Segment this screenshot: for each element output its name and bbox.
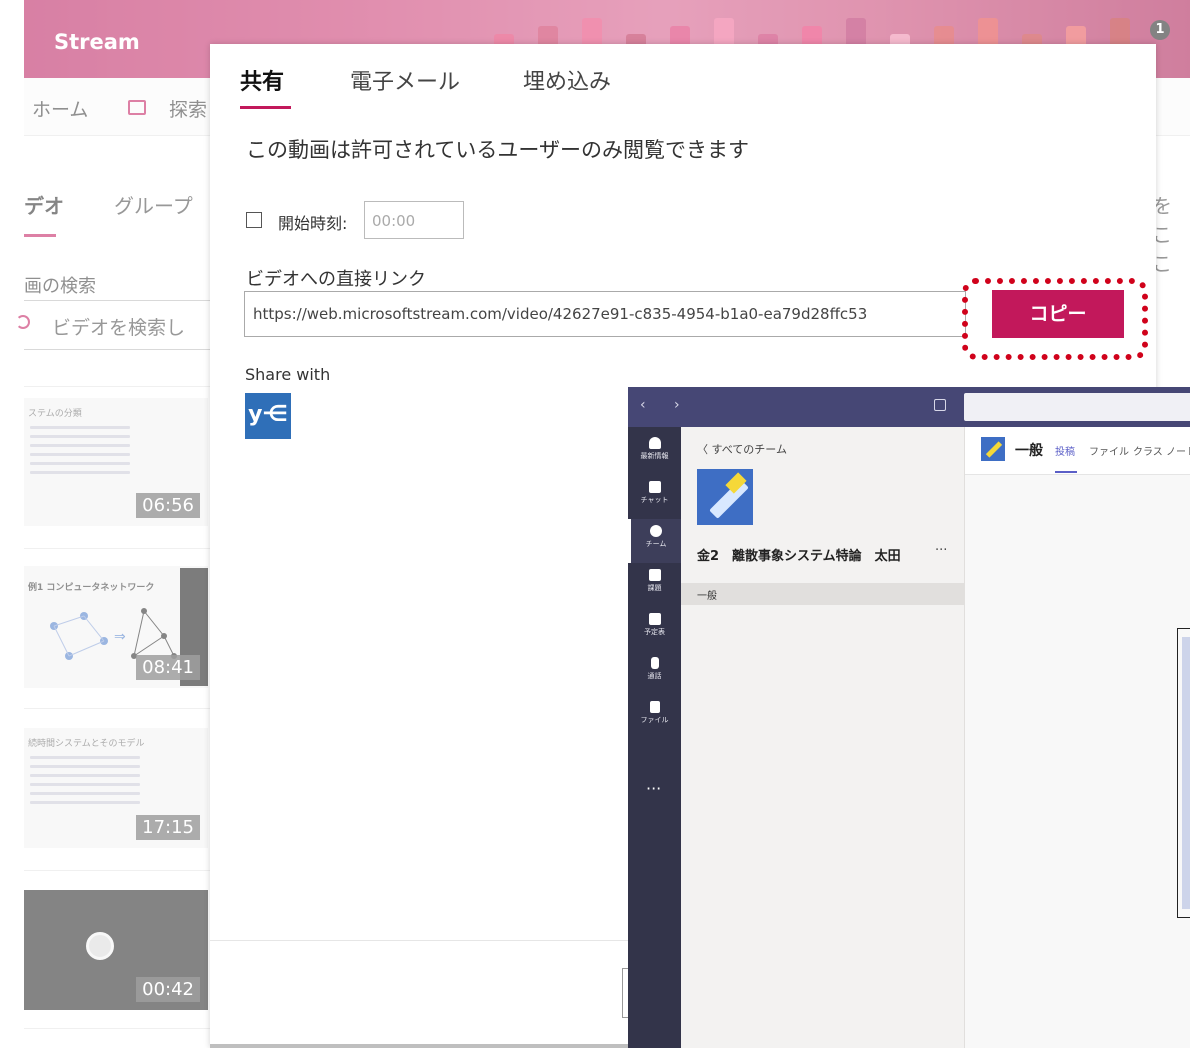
direct-link-field[interactable]: https://web.microsoftstream.com/video/42… (244, 291, 966, 337)
rail-item-teams[interactable]: チーム (628, 519, 681, 563)
rail-item-calendar[interactable]: 予定表 (628, 607, 681, 651)
permission-description: この動画は許可されているユーザーのみ閲覧できます (246, 138, 749, 162)
embedded-frame (1177, 628, 1190, 918)
rail-item-chat[interactable]: チャット (628, 475, 681, 519)
rail-label: チーム (645, 540, 667, 548)
channel-label: 一般 (697, 591, 717, 602)
yammer-icon[interactable]: y⋲ (245, 393, 291, 439)
channel-title: 一般 (1015, 443, 1043, 459)
rail-label: 通話 (647, 672, 662, 680)
assignment-icon (648, 569, 661, 581)
rail-item-assignments[interactable]: 課題 (628, 563, 681, 607)
team-more-icon[interactable]: ··· (935, 543, 947, 558)
team-logo (697, 469, 753, 525)
tab-posts[interactable]: 投稿 (1055, 443, 1075, 458)
tab-embed[interactable]: 埋め込み (523, 64, 611, 96)
direct-link-label: ビデオへの直接リンク (246, 269, 426, 290)
tab-class-notebook[interactable]: クラス ノートブ (1133, 443, 1190, 458)
start-time-input[interactable]: 00:00 (364, 201, 464, 239)
teams-app-rail: 最新情報 チャット チーム 課題 予定表 通話 ファイル ··· (628, 427, 681, 1048)
tab-share-underline (240, 106, 291, 109)
rail-item-activity[interactable]: 最新情報 (628, 431, 681, 475)
channel-item-general[interactable]: 一般 (681, 583, 964, 605)
all-teams-back-link[interactable]: 〈 すべてのチーム (697, 441, 787, 457)
calendar-icon (648, 613, 661, 625)
tab-email[interactable]: 電子メール (350, 64, 460, 96)
teams-content-pane: 一般 投稿 ファイル クラス ノートブ (964, 427, 1190, 1048)
team-name: 金2 離散事象システム特論 太田 (697, 549, 901, 564)
tab-share[interactable]: 共有 (240, 64, 284, 96)
copy-highlight-annotation (962, 278, 1148, 360)
bell-icon (648, 437, 661, 449)
teams-icon (650, 525, 662, 537)
file-icon (649, 701, 660, 713)
channel-header: 一般 投稿 ファイル クラス ノートブ (965, 427, 1190, 475)
teams-channel-pane: 〈 すべてのチーム 金2 離散事象システム特論 太田 ··· 一般 (681, 427, 964, 1048)
rail-label: 予定表 (644, 628, 665, 636)
teams-title-bar: ‹ › (628, 387, 1190, 427)
tab-files[interactable]: ファイル (1089, 443, 1129, 458)
rail-item-files[interactable]: ファイル (628, 695, 681, 739)
rail-label: 最新情報 (640, 452, 669, 460)
nav-arrows-icon[interactable]: ‹ › (640, 397, 692, 413)
rail-label: ファイル (640, 716, 669, 724)
more-apps-icon[interactable]: ··· (646, 779, 661, 798)
teams-search-input[interactable] (964, 393, 1190, 421)
share-with-label: Share with (245, 365, 331, 384)
embedded-frame-content (1182, 637, 1190, 909)
rail-item-calls[interactable]: 通話 (628, 651, 681, 695)
compose-icon[interactable] (934, 399, 946, 411)
teams-window: ‹ › 最新情報 チャット チーム 課題 予定表 通話 ファイル ··· 〈 す… (628, 387, 1190, 1048)
phone-icon (650, 657, 659, 669)
rail-label: 課題 (647, 584, 662, 592)
team-mini-logo (981, 437, 1005, 461)
screen: Stream 1 ホーム 探索 デオ グループ をここ 画の検索 ビデオを検索し… (0, 0, 1190, 1048)
tab-posts-underline (1055, 471, 1077, 473)
start-time-checkbox[interactable] (246, 212, 262, 228)
rail-label: チャット (640, 496, 669, 504)
chat-icon (648, 481, 661, 493)
start-time-label: 開始時刻: (278, 214, 348, 233)
